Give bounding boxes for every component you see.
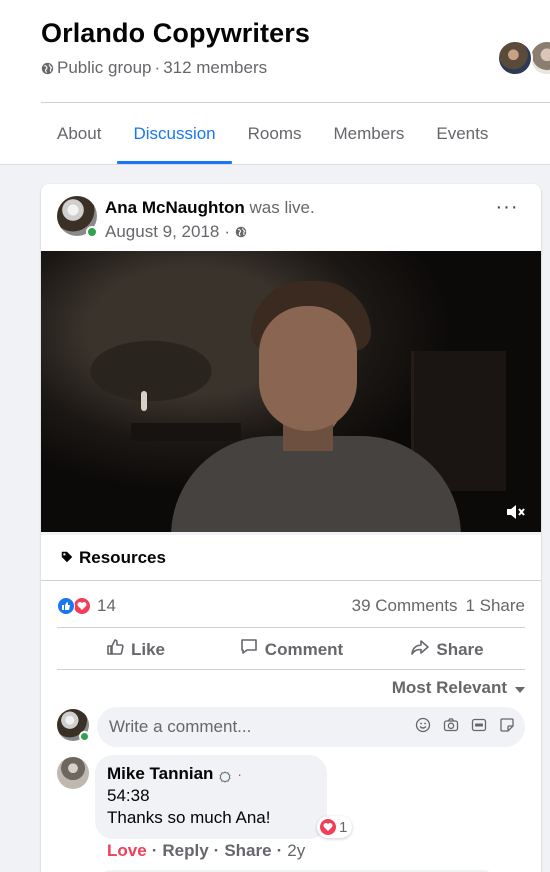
comment-button-label: Comment bbox=[264, 639, 344, 659]
header-divider bbox=[41, 102, 550, 103]
love-reaction-icon bbox=[320, 819, 336, 835]
date-separator: · bbox=[224, 222, 231, 241]
sort-label: Most Relevant bbox=[391, 678, 507, 697]
group-privacy: Public group bbox=[57, 58, 152, 77]
share-button[interactable]: Share bbox=[369, 630, 525, 669]
comment-text-line: 54:38 bbox=[107, 786, 150, 805]
tab-rooms[interactable]: Rooms bbox=[232, 104, 318, 164]
avatar[interactable] bbox=[57, 757, 89, 789]
post-date-line: August 9, 2018 · bbox=[105, 222, 248, 242]
post-topic-label: Resources bbox=[79, 547, 166, 567]
comment-button[interactable]: Comment bbox=[213, 630, 369, 669]
comment-actions: Love · Reply · Share · 2y bbox=[107, 841, 305, 861]
video-person-face bbox=[259, 306, 357, 431]
comment-count[interactable]: 39 Comments bbox=[352, 596, 458, 616]
tab-discussion[interactable]: Discussion bbox=[117, 104, 232, 164]
online-status-icon bbox=[79, 731, 90, 742]
action-separator: · bbox=[213, 841, 220, 860]
tab-about[interactable]: About bbox=[41, 104, 117, 164]
group-header: Orlando Copywriters Public group · 312 m… bbox=[0, 0, 550, 165]
comment-sort-dropdown[interactable]: Most Relevant bbox=[392, 678, 525, 698]
group-tabs: About Discussion Rooms Members Events bbox=[41, 104, 504, 164]
mute-icon[interactable] bbox=[503, 500, 527, 524]
like-button-label: Like bbox=[130, 639, 166, 659]
chevron-down-icon bbox=[515, 678, 525, 698]
post-date[interactable]: August 9, 2018 bbox=[105, 222, 219, 242]
like-button[interactable]: Like bbox=[57, 630, 213, 669]
like-reaction-icon bbox=[57, 596, 75, 615]
reaction-icons bbox=[57, 596, 91, 615]
avatar[interactable] bbox=[497, 40, 533, 76]
live-video-player[interactable] bbox=[41, 251, 541, 532]
action-separator: · bbox=[276, 841, 283, 860]
comment-input[interactable] bbox=[109, 717, 399, 737]
speech-bubble-icon bbox=[239, 637, 259, 662]
post-author[interactable]: Ana McNaughton bbox=[105, 198, 245, 217]
online-status-icon bbox=[86, 226, 98, 238]
globe-icon bbox=[41, 62, 54, 75]
post-card: Ana McNaughton was live. August 9, 2018 … bbox=[41, 184, 541, 872]
more-options-button[interactable]: ··· bbox=[493, 197, 521, 222]
tag-icon bbox=[61, 548, 73, 568]
love-button[interactable]: Love bbox=[107, 841, 147, 861]
emoji-icon[interactable] bbox=[415, 717, 431, 733]
reactions-summary[interactable]: 14 bbox=[57, 596, 116, 616]
group-meta: Public group · 312 members bbox=[41, 58, 267, 78]
sticker-icon[interactable] bbox=[499, 717, 515, 733]
share-arrow-icon bbox=[410, 637, 430, 662]
comment-share-button[interactable]: Share bbox=[224, 841, 271, 861]
share-count[interactable]: 1 Share bbox=[465, 596, 525, 616]
post-action: was live. bbox=[244, 198, 315, 217]
share-button-label: Share bbox=[436, 639, 484, 659]
comment-bubble: Mike Tannian · 54:38 Thanks so much Ana! bbox=[95, 755, 327, 839]
engagement-counts: 39 Comments 1 Share bbox=[352, 596, 525, 616]
globe-icon bbox=[235, 226, 248, 239]
tab-members[interactable]: Members bbox=[318, 104, 421, 164]
admin-badge-icon bbox=[219, 768, 231, 783]
group-title[interactable]: Orlando Copywriters bbox=[41, 18, 310, 49]
video-scene-keyboard bbox=[131, 423, 241, 441]
comment-reactions[interactable]: 1 bbox=[317, 816, 353, 838]
reply-button[interactable]: Reply bbox=[162, 841, 208, 861]
comment-timestamp[interactable]: 2y bbox=[287, 841, 305, 861]
meta-separator: · bbox=[154, 58, 161, 77]
post-author-line: Ana McNaughton was live. bbox=[105, 198, 315, 218]
member-avatars[interactable] bbox=[497, 40, 550, 76]
love-reaction-icon bbox=[73, 596, 91, 615]
post-actions: Like Comment Share bbox=[57, 630, 525, 670]
gif-icon[interactable] bbox=[471, 717, 487, 733]
author-separator: · bbox=[237, 766, 242, 782]
action-separator: · bbox=[151, 841, 158, 860]
tab-events[interactable]: Events bbox=[420, 104, 504, 164]
thumbs-up-icon bbox=[105, 637, 125, 662]
comment-author[interactable]: Mike Tannian bbox=[107, 764, 213, 784]
reaction-count: 14 bbox=[97, 595, 116, 615]
comment-author-line: Mike Tannian · bbox=[107, 764, 315, 784]
composer-icons bbox=[415, 717, 515, 733]
group-member-count[interactable]: 312 members bbox=[163, 58, 267, 78]
comment-composer[interactable] bbox=[97, 707, 525, 747]
comment-text-line: Thanks so much Ana! bbox=[107, 808, 271, 827]
post-topic-row[interactable]: Resources bbox=[41, 532, 541, 581]
video-scene-lamp bbox=[141, 391, 147, 411]
post-stats: 14 39 Comments 1 Share bbox=[57, 584, 525, 628]
camera-icon[interactable] bbox=[443, 717, 459, 733]
comment-reaction-count: 1 bbox=[339, 818, 348, 836]
